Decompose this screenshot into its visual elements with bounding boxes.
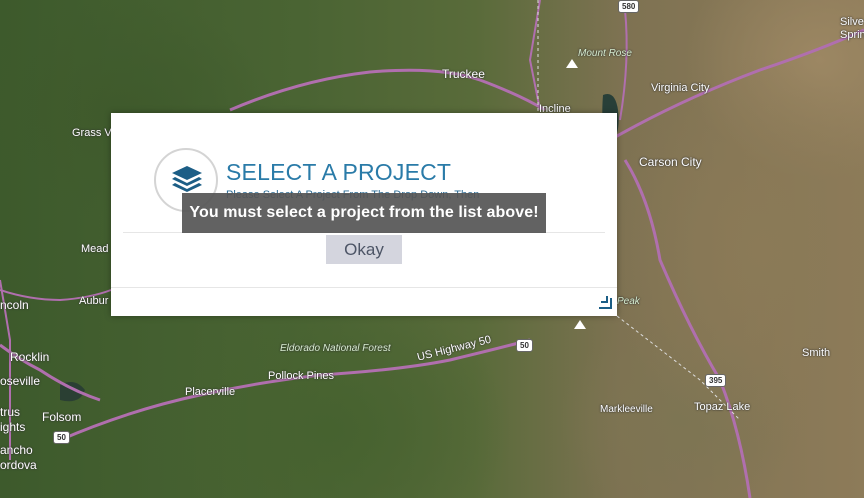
map-label-rocklin: Rocklin [10,350,50,364]
highway-shield-icon: 50 [53,431,70,444]
map-label-meadow: Mead [81,243,109,255]
peak-marker-icon [574,320,586,329]
map-label-eldorado-nf: Eldorado National Forest [280,343,391,354]
map-label-lincoln: ncoln [0,298,29,312]
highway-shield-icon: 50 [516,339,533,352]
map-label-virginia-city: Virginia City [651,82,710,94]
map-label-markleeville: Markleeville [600,404,653,415]
map-label-truckee: Truckee [442,67,485,81]
map-label-auburn: Aubur [79,295,109,307]
divider [111,287,617,288]
map-label-pollock-pines: Pollock Pines [268,370,335,382]
map-label-roseville: oseville [0,374,41,388]
map-label-carson-city: Carson City [639,155,702,169]
map-label-silver-springs: Silve Sprin [840,16,864,41]
map-label-topaz-lake: Topaz Lake [694,401,751,413]
highway-shield-icon: 395 [705,374,727,387]
interstate-shield-icon: 580 [618,0,640,13]
map-label-smith: Smith [802,347,831,359]
peak-marker-icon [566,59,578,68]
map-label-placerville: Placerville [185,386,236,398]
map-label-mount-rose: Mount Rose [578,48,632,59]
resize-handle-icon[interactable] [599,296,613,310]
map-label-folsom: Folsom [42,410,82,424]
map-label-grass-valley: Grass V [72,127,112,139]
okay-button[interactable]: Okay [326,235,402,264]
map-label-citrus-heights: trus ights [0,405,26,434]
map-label-peak: Peak [617,296,640,307]
map-label-rancho-cordova: ancho ordova [0,443,37,472]
validation-toast: You must select a project from the list … [182,193,546,233]
dialog-title: SELECT A PROJECT [226,159,452,185]
